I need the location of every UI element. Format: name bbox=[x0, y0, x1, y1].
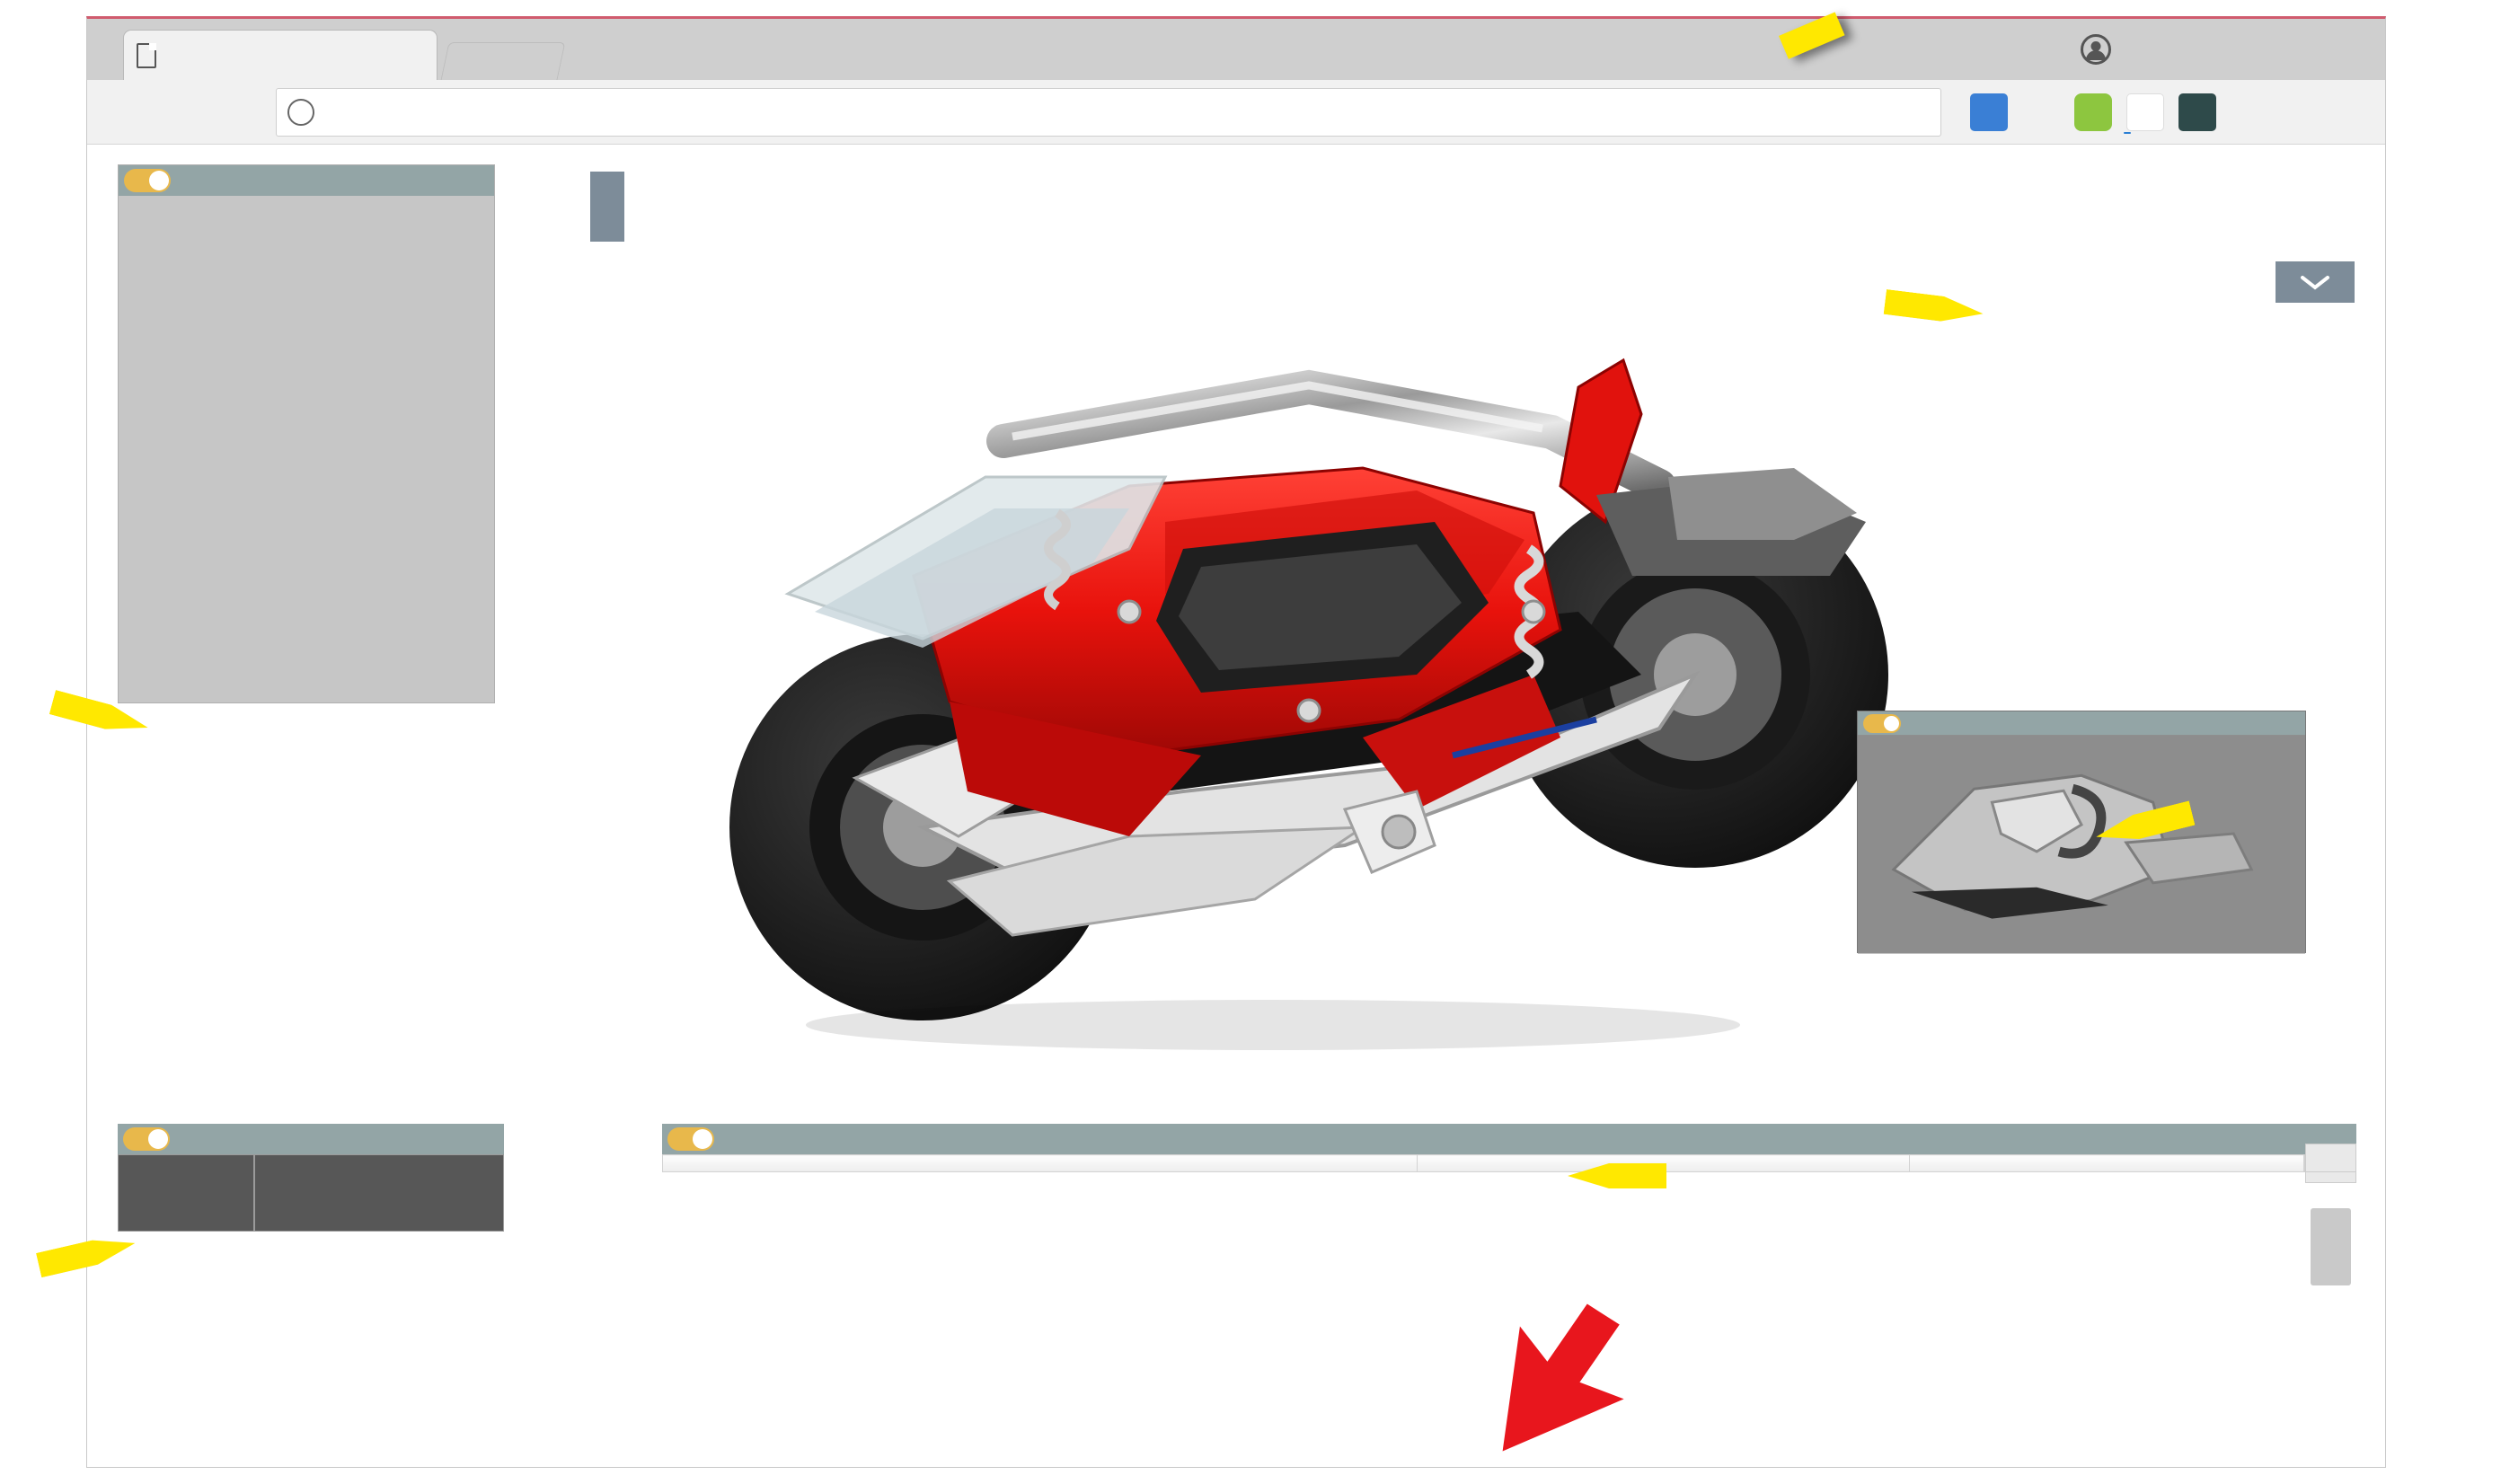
navigation-bar bbox=[87, 80, 2385, 145]
parts-list-panel bbox=[661, 1124, 2356, 1285]
close-window-button[interactable] bbox=[2302, 19, 2385, 80]
ext-evernote-icon[interactable] bbox=[2283, 93, 2320, 131]
attribute-key bbox=[118, 1154, 254, 1232]
ext-menu-icon[interactable] bbox=[2335, 93, 2373, 131]
tree-panel-titlebar bbox=[119, 165, 494, 196]
new-tab-button[interactable] bbox=[440, 42, 566, 80]
page-icon bbox=[137, 42, 156, 68]
tree-panel-toggle[interactable] bbox=[124, 169, 171, 192]
chevron-down-icon[interactable] bbox=[2276, 261, 2355, 303]
web3d-viewport bbox=[87, 145, 2385, 1467]
toolbar-collapse-handle[interactable] bbox=[590, 172, 624, 242]
address-bar[interactable] bbox=[276, 87, 1941, 137]
attribute-panel-toggle[interactable] bbox=[123, 1127, 170, 1151]
browser-window bbox=[86, 16, 2386, 1468]
selection-view-toggle[interactable] bbox=[1863, 713, 1901, 733]
extensions-bar bbox=[1961, 93, 2373, 134]
avatar[interactable] bbox=[2055, 19, 2137, 80]
ext-fx-icon[interactable] bbox=[2022, 93, 2060, 131]
parts-table bbox=[661, 1154, 2304, 1172]
mouse-cursor-arrow bbox=[1502, 1303, 1624, 1452]
tab-strip bbox=[87, 19, 2385, 80]
ext-new-icon[interactable] bbox=[2124, 93, 2164, 134]
site-info-icon[interactable] bbox=[287, 98, 314, 126]
ext-blue-icon[interactable] bbox=[1970, 93, 2008, 131]
forward-button[interactable] bbox=[155, 86, 208, 138]
scroll-down-button[interactable] bbox=[2304, 1144, 2356, 1172]
attribute-value bbox=[254, 1154, 504, 1232]
back-button[interactable] bbox=[100, 86, 152, 138]
attribute-row bbox=[118, 1154, 504, 1232]
attribute-panel-titlebar bbox=[118, 1124, 504, 1154]
window-controls bbox=[2055, 19, 2385, 80]
parts-scrollbar[interactable] bbox=[2303, 1144, 2356, 1285]
parts-table-header bbox=[661, 1154, 2304, 1172]
parts-panel-titlebar bbox=[662, 1124, 2356, 1154]
maximize-button[interactable] bbox=[2220, 19, 2302, 80]
ext-new-badge bbox=[2124, 131, 2131, 134]
model-3d-render[interactable] bbox=[626, 252, 2010, 1106]
attribute-info-panel bbox=[118, 1124, 504, 1232]
screenshot-root bbox=[0, 0, 2501, 1484]
scroll-thumb[interactable] bbox=[2310, 1208, 2351, 1285]
selection-view-panel bbox=[1857, 711, 2306, 954]
selection-view-titlebar bbox=[1858, 711, 2305, 735]
reload-button[interactable] bbox=[211, 86, 263, 138]
selection-view-render[interactable] bbox=[1858, 735, 2305, 954]
column-part-name[interactable] bbox=[661, 1154, 1418, 1172]
structure-tree-panel bbox=[118, 164, 495, 703]
ext-teal-icon[interactable] bbox=[2178, 93, 2216, 131]
tree-node-list bbox=[119, 196, 494, 205]
profile-icon bbox=[2081, 34, 2111, 65]
ext-grey-icon[interactable] bbox=[2231, 93, 2268, 131]
view-toolbar bbox=[2274, 261, 2356, 312]
column-link[interactable] bbox=[1909, 1154, 2304, 1172]
operation-toolbar bbox=[590, 172, 624, 242]
parts-panel-toggle[interactable] bbox=[667, 1127, 714, 1151]
minimize-button[interactable] bbox=[2137, 19, 2220, 80]
ext-green-icon[interactable] bbox=[2074, 93, 2112, 131]
browser-tab[interactable] bbox=[123, 30, 437, 80]
